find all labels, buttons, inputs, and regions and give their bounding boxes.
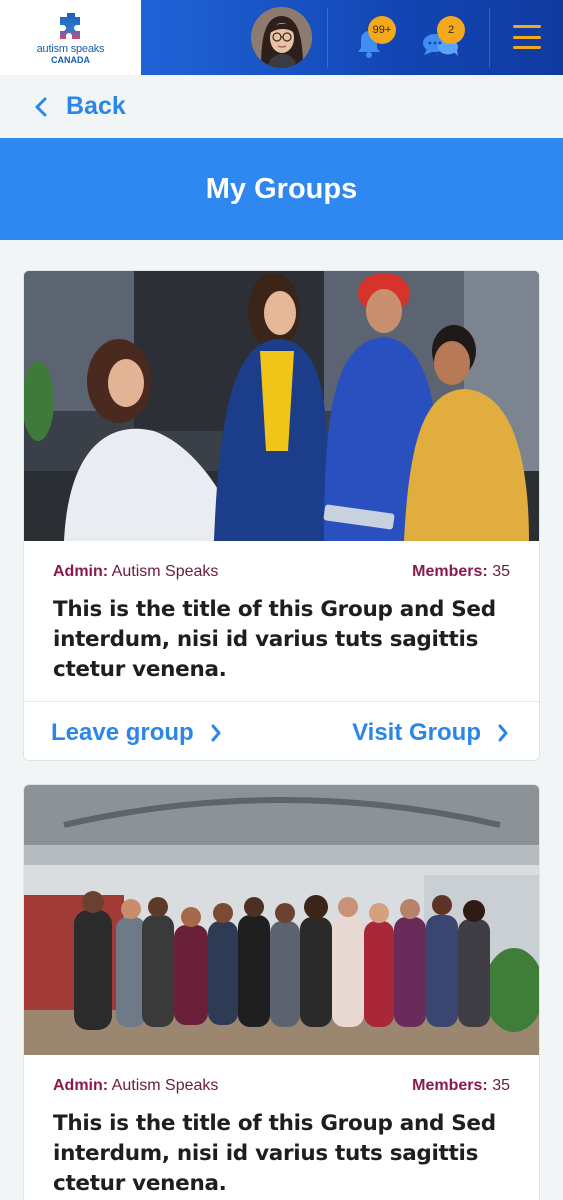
chevron-left-icon[interactable]: [34, 97, 48, 117]
puzzle-logo-icon: [59, 12, 80, 39]
avatar[interactable]: [251, 7, 312, 68]
group-image: [24, 785, 539, 1055]
hamburger-line: [513, 35, 541, 39]
group-photo: [24, 785, 539, 1055]
group-card: Admin: Autism Speaks Members: 35 This is…: [23, 784, 540, 1200]
visit-group-label: Visit Group: [352, 719, 481, 746]
chevron-right-icon: [498, 724, 508, 742]
logo-subtext: CANADA: [51, 54, 90, 65]
page-title: My Groups: [205, 172, 358, 205]
back-row: Back: [0, 75, 563, 138]
header-bar: 99+ 2: [141, 0, 563, 75]
members-info: Members: 35: [412, 563, 510, 581]
back-link[interactable]: Back: [66, 92, 126, 121]
group-image: [24, 271, 539, 541]
group-card: Admin: Autism Speaks Members: 35 This is…: [23, 270, 540, 761]
visit-group-button[interactable]: Visit Group: [352, 719, 509, 747]
notifications-button[interactable]: 99+: [344, 14, 396, 64]
members-label: Members:: [412, 563, 488, 580]
top-navigation-bar: autism speaks CANADA 99+ 2: [0, 0, 563, 75]
group-actions: Leave group Visit Group: [24, 701, 539, 760]
notifications-badge: 99+: [368, 16, 396, 44]
hamburger-line: [513, 46, 541, 49]
members-count: 35: [492, 1077, 510, 1094]
hamburger-icon[interactable]: [513, 25, 541, 49]
members-info: Members: 35: [412, 1077, 510, 1095]
admin-info: Admin: Autism Speaks: [53, 563, 218, 581]
members-count: 35: [492, 563, 510, 580]
brand-logo[interactable]: autism speaks CANADA: [0, 0, 141, 75]
admin-info: Admin: Autism Speaks: [53, 1077, 218, 1095]
logo-text: autism speaks: [36, 42, 105, 55]
admin-value: Autism Speaks: [111, 563, 219, 580]
messages-badge: 2: [437, 16, 465, 44]
page-title-banner: My Groups: [0, 138, 563, 240]
hamburger-line: [513, 25, 541, 28]
members-label: Members:: [412, 1077, 488, 1094]
leave-group-label: Leave group: [51, 719, 194, 746]
group-photo: [24, 271, 539, 541]
admin-label: Admin:: [53, 1077, 109, 1094]
avatar-image: [251, 7, 312, 68]
group-meta: Admin: Autism Speaks Members: 35: [24, 541, 539, 581]
messages-button[interactable]: 2: [419, 14, 469, 64]
group-title: This is the title of this Group and Sed …: [53, 597, 496, 682]
admin-value: Autism Speaks: [111, 1077, 219, 1094]
group-meta: Admin: Autism Speaks Members: 35: [24, 1055, 539, 1095]
group-title: This is the title of this Group and Sed …: [53, 1111, 496, 1196]
chevron-right-icon: [211, 724, 221, 742]
leave-group-button[interactable]: Leave group: [51, 719, 222, 747]
header-divider: [489, 8, 490, 68]
admin-label: Admin:: [53, 563, 109, 580]
header-divider: [327, 8, 328, 68]
